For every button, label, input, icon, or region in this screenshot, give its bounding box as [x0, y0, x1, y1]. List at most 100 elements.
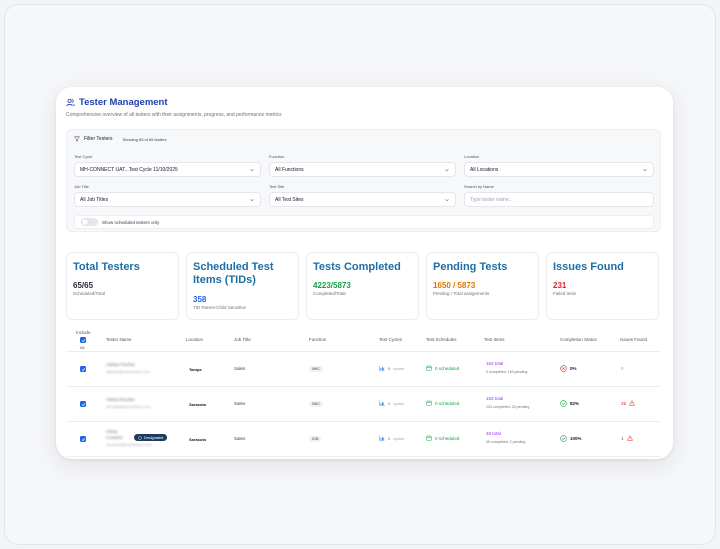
stat-sub: Pending / Total assignments	[433, 291, 490, 296]
bar-chart-icon	[379, 400, 385, 406]
calendar-icon	[426, 365, 432, 371]
chevron-down-icon	[445, 198, 449, 201]
table-row[interactable]: Adrian Fischer afischer@mhconnect.com Ta…	[66, 352, 661, 387]
test-cycle-label: Test Cycle	[74, 154, 93, 159]
chevron-down-icon	[643, 168, 647, 171]
tester-location: Sarasota	[189, 402, 206, 407]
page-background: Tester Management Comprehensive overview…	[4, 4, 716, 545]
issues-found: 25	[621, 400, 636, 406]
scheduled-only-toggle[interactable]	[81, 218, 98, 226]
cycles-count: 0	[388, 400, 391, 406]
bar-chart-icon	[379, 365, 385, 371]
th-include: Include	[76, 330, 91, 335]
test-site-select[interactable]: All Test Sites	[269, 192, 456, 207]
tester-email: afischer@mhconnect.com	[106, 370, 150, 374]
page-subtitle: Comprehensive overview of all testers wi…	[66, 112, 282, 118]
th-items: Test Items	[484, 337, 505, 342]
search-input[interactable]: Type tester name...	[464, 192, 654, 207]
job-title-select[interactable]: All Job Titles	[74, 192, 261, 207]
stat-sub: Failed tests	[553, 291, 577, 296]
stat-card-pending-tests: Pending Tests 1650 / 5873 Pending / Tota…	[426, 252, 539, 320]
stat-value: 1650 / 5873	[433, 281, 476, 290]
row-checkbox[interactable]	[80, 366, 86, 372]
th-name: Tester Name	[106, 337, 132, 342]
calendar-icon	[426, 400, 432, 406]
filter-count: Showing 65 of 65 testers	[122, 136, 167, 142]
test-cycle-value: MH-CONNECT UAT...Test Cycle 11/10/2025	[80, 166, 178, 173]
tester-location: Sarasota	[189, 437, 206, 442]
function-pill: NHC	[309, 366, 323, 372]
cycles-count: 0	[388, 435, 391, 441]
check-circle-icon	[560, 435, 567, 442]
completion-status: 82%	[560, 400, 579, 407]
check-icon	[81, 367, 85, 371]
job-title-field: Job Title All Job Titles	[74, 184, 261, 207]
filter-title: Filter Testers	[84, 136, 113, 142]
shield-icon	[138, 435, 142, 440]
select-all-checkbox[interactable]	[80, 337, 86, 343]
filter-icon	[74, 136, 80, 142]
stat-card-issues-found: Issues Found 231 Failed tests	[546, 252, 659, 320]
function-value: All Functions	[275, 166, 304, 173]
function-pill: ION	[309, 436, 322, 442]
test-cycles: 0 cycles	[379, 365, 404, 371]
test-schedules: 0 scheduled	[426, 365, 459, 371]
th-all: All	[80, 345, 85, 350]
check-icon	[81, 402, 85, 406]
items-total: 153 total	[486, 396, 504, 401]
th-function: Function	[309, 337, 327, 342]
test-schedules: 0 scheduled	[426, 400, 459, 406]
table-row[interactable]: Alexa Custeris Designated acusteris@mhco…	[66, 422, 661, 457]
stat-title: Issues Found	[553, 261, 624, 273]
th-completion: Completion Status	[560, 337, 597, 342]
chevron-down-icon	[445, 168, 449, 171]
test-schedules: 0 scheduled	[426, 435, 459, 441]
check-icon	[81, 437, 85, 441]
warning-triangle-icon	[629, 400, 636, 406]
bar-chart-icon	[379, 435, 385, 441]
schedules-text: 0 scheduled	[435, 400, 460, 406]
badge-label: Designated	[144, 435, 164, 440]
completion-value: 0%	[570, 366, 577, 371]
table-row[interactable]: Alaina Nicolas anicolas@mhconnect.com Sa…	[66, 387, 661, 422]
tester-name: Adrian Fischer	[106, 362, 136, 367]
stat-value: 231	[553, 281, 567, 290]
tester-name: Alexa Custeris	[106, 429, 123, 440]
completion-status: 100%	[560, 435, 582, 442]
row-checkbox[interactable]	[80, 436, 86, 442]
location-label: Location	[464, 154, 480, 159]
items-total: 48 total	[486, 431, 501, 436]
job-title-label: Job Title	[74, 184, 89, 189]
function-pill: NHC	[309, 401, 323, 407]
stat-title: Pending Tests	[433, 261, 508, 273]
location-select[interactable]: All Locations	[464, 162, 654, 177]
x-circle-icon	[560, 365, 567, 372]
tester-job-title: Sales	[234, 401, 246, 406]
location-field: Location All Locations	[464, 154, 654, 177]
calendar-icon	[426, 435, 432, 441]
filter-panel: Filter Testers Showing 65 of 65 testers …	[66, 129, 661, 232]
th-schedules: Test Schedules	[426, 337, 457, 342]
completion-status: 0%	[560, 365, 577, 372]
designated-badge: Designated	[134, 434, 168, 441]
row-checkbox[interactable]	[80, 401, 86, 407]
warning-triangle-icon	[626, 435, 633, 441]
check-icon	[81, 338, 85, 342]
cycles-count: 0	[388, 365, 391, 371]
stat-card-scheduled-items: Scheduled Test Items (TIDs) 358 TID Pare…	[186, 252, 299, 320]
issues-count: 0	[621, 366, 624, 371]
tester-email: acusteris@mhconnect.com	[106, 443, 152, 447]
tester-job-title: Sales	[234, 436, 246, 441]
test-cycle-select[interactable]: MH-CONNECT UAT...Test Cycle 11/10/2025	[74, 162, 261, 177]
completion-value: 100%	[570, 436, 582, 441]
items-breakdown: 120 completed, 33 pending	[486, 405, 530, 409]
test-site-value: All Test Sites	[275, 196, 304, 203]
table-header: Include All Tester Name Location Job Tit…	[66, 328, 661, 352]
job-title-value: All Job Titles	[80, 196, 109, 203]
filter-header: Filter Testers Showing 65 of 65 testers	[74, 136, 167, 142]
stat-value: 4223/5873	[313, 281, 351, 290]
stat-card-tests-completed: Tests Completed 4223/5873 Completed/Tota…	[306, 252, 419, 320]
function-select[interactable]: All Functions	[269, 162, 456, 177]
stat-title: Tests Completed	[313, 261, 401, 273]
scheduled-only-row: Show scheduled testers only	[74, 215, 654, 229]
